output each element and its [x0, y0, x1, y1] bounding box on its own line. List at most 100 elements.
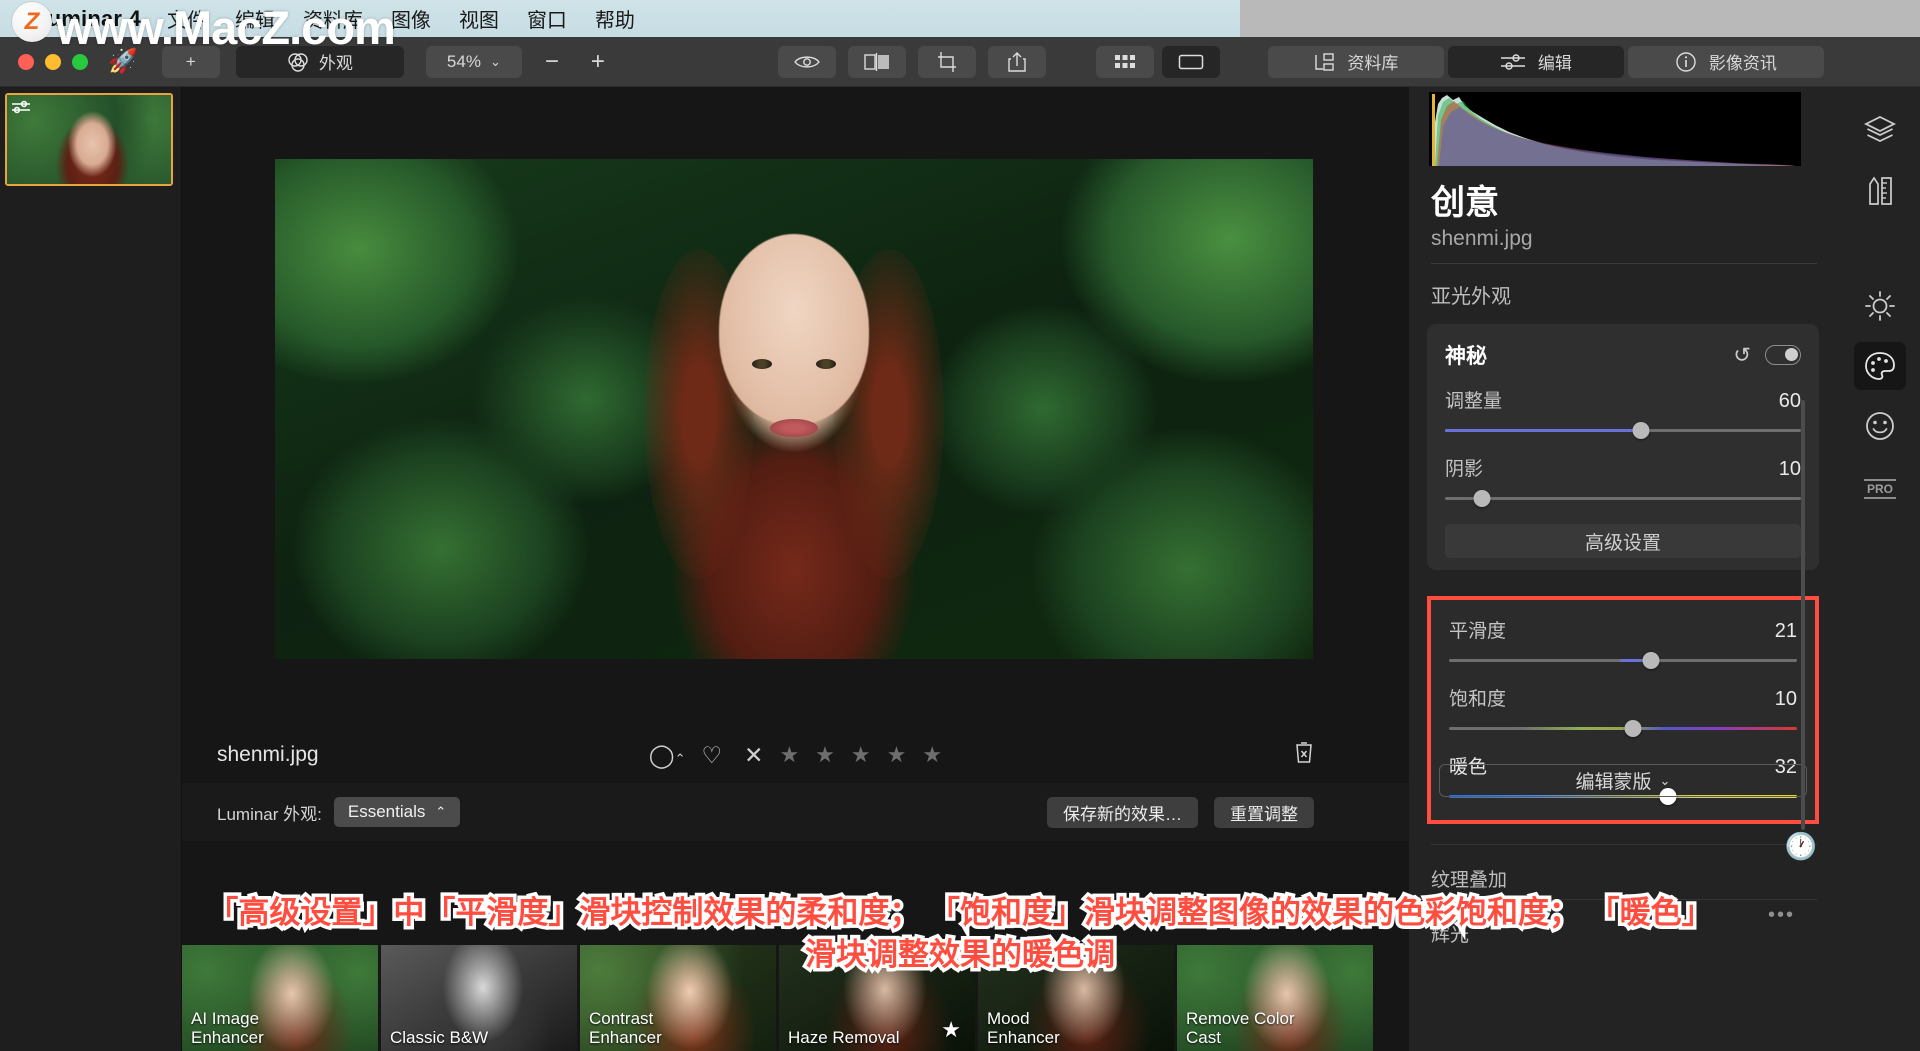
edited-badge-icon — [11, 99, 33, 115]
star-1[interactable]: ★ — [779, 742, 799, 768]
slider-knob-shadows[interactable] — [1474, 490, 1491, 507]
slider-fill — [1445, 429, 1641, 432]
effect-row-glow[interactable]: 辉光 ••• — [1431, 920, 1817, 947]
save-new-look-button[interactable]: 保存新的效果… — [1047, 797, 1198, 828]
menu-item-image[interactable]: 图像 — [391, 4, 431, 33]
slider-row-amount: 调整量 60 — [1445, 386, 1801, 438]
tools-ruler-icon[interactable] — [1854, 167, 1906, 215]
star-5[interactable]: ★ — [922, 742, 942, 768]
effect-header-actions: ↺ — [1733, 343, 1801, 368]
heart-icon[interactable]: ♡ — [702, 742, 723, 769]
photo-lips — [770, 419, 818, 437]
tab-edit[interactable]: 编辑 — [1448, 46, 1624, 78]
look-tile[interactable]: ContrastEnhancer — [580, 945, 776, 1051]
slider-knob-amount[interactable] — [1632, 422, 1649, 439]
reset-adjustments-button[interactable]: 重置调整 — [1214, 797, 1314, 828]
menu-item-view[interactable]: 视图 — [459, 4, 499, 33]
advanced-settings-button[interactable]: 高级设置 — [1445, 524, 1801, 558]
flag-circle-icon[interactable]: ◯⌃ — [649, 742, 686, 769]
reject-x-icon[interactable]: ✕ — [744, 742, 763, 769]
tab-library-label: 资料库 — [1347, 49, 1398, 74]
layers-icon[interactable] — [1854, 105, 1906, 153]
slider-knob-saturation[interactable] — [1625, 720, 1642, 737]
slider-track-amount[interactable] — [1445, 422, 1801, 438]
grid-view-button[interactable] — [1096, 46, 1154, 78]
tab-image-info-label: 影像资讯 — [1709, 49, 1777, 74]
photo-filename: shenmi.jpg — [217, 743, 319, 767]
chevron-down-icon: ⌄ — [490, 54, 501, 70]
rating-controls: ◯⌃ ♡ ✕ ★ ★ ★ ★ ★ — [649, 742, 942, 769]
look-tile[interactable]: AI ImageEnhancer — [182, 945, 378, 1051]
minimize-window-button[interactable] — [45, 54, 61, 70]
delete-image-button[interactable] — [1293, 740, 1315, 770]
menu-item-help[interactable]: 帮助 — [595, 4, 635, 33]
look-tile-label: Classic B&W — [390, 1028, 488, 1047]
slider-track-shadows[interactable] — [1445, 490, 1801, 506]
menu-item-library[interactable]: 资料库 — [303, 4, 363, 33]
look-tile[interactable]: MoodEnhancer — [978, 945, 1174, 1051]
slider-bar — [1445, 497, 1801, 500]
star-2[interactable]: ★ — [815, 742, 835, 768]
filmstrip-thumbnail-selected[interactable] — [5, 93, 173, 186]
star-3[interactable]: ★ — [851, 742, 871, 768]
star-4[interactable]: ★ — [887, 742, 907, 768]
menu-item-edit[interactable]: 编辑 — [235, 4, 275, 33]
panel-scrollbar[interactable] — [1801, 400, 1805, 830]
effect-card-header: 神秘 ↺ — [1445, 340, 1801, 370]
looks-bar: Luminar 外观: Essentials ⌃ 保存新的效果… 重置调整 — [182, 783, 1409, 841]
tab-image-info[interactable]: 影像资讯 — [1628, 46, 1824, 78]
photo-face — [719, 234, 869, 424]
chevron-up-icon: ⌃ — [435, 804, 446, 820]
looks-collection-dropdown[interactable]: Essentials ⌃ — [334, 797, 460, 827]
edit-mask-button[interactable]: 编辑蒙版 ⌄ — [1439, 764, 1807, 797]
portrait-face-icon[interactable] — [1854, 402, 1906, 450]
zoom-out-button[interactable]: − — [532, 46, 572, 78]
looks-collection-value: Essentials — [348, 802, 425, 822]
single-view-button[interactable] — [1162, 46, 1220, 78]
looks-button[interactable]: 外观 — [236, 46, 404, 78]
look-tile[interactable]: Remove ColorCast — [1177, 945, 1373, 1051]
look-tile-label: Haze Removal — [788, 1028, 900, 1047]
pro-icon[interactable]: PRO — [1854, 465, 1906, 513]
launchpad-rocket-icon[interactable]: 🚀 — [108, 50, 138, 74]
creative-palette-icon[interactable] — [1854, 342, 1906, 390]
tab-library[interactable]: 资料库 — [1268, 46, 1444, 78]
menu-item-file[interactable]: 文件 — [167, 4, 207, 33]
preview-toggle-button[interactable] — [778, 46, 836, 78]
effect-row-texture-overlay[interactable]: 纹理叠加 🕐 — [1431, 865, 1817, 892]
add-image-button[interactable]: + — [162, 46, 220, 78]
share-button[interactable] — [988, 46, 1046, 78]
close-window-button[interactable] — [18, 54, 34, 70]
library-icon — [1313, 53, 1335, 71]
chevron-down-icon: ⌄ — [1660, 773, 1671, 789]
effect-row-label: 辉光 — [1431, 925, 1469, 946]
compare-view-button[interactable] — [848, 46, 906, 78]
window-controls[interactable] — [18, 54, 88, 70]
effect-enable-toggle[interactable] — [1765, 345, 1801, 365]
main-photo[interactable] — [275, 159, 1313, 659]
svg-text:PRO: PRO — [1867, 482, 1893, 496]
slider-knob-smoothness[interactable] — [1642, 652, 1659, 669]
photo-eye-left — [752, 359, 772, 369]
essentials-sun-icon[interactable] — [1854, 282, 1906, 330]
effect-row-label: 纹理叠加 — [1431, 870, 1507, 891]
zoom-in-button[interactable]: + — [578, 46, 618, 78]
slider-row-smoothness: 平滑度 21 — [1449, 616, 1797, 668]
zoom-window-button[interactable] — [72, 54, 88, 70]
look-tile[interactable]: Classic B&W — [381, 945, 577, 1051]
venn-circles-icon — [287, 52, 309, 72]
slider-track-smoothness[interactable] — [1449, 652, 1797, 668]
looks-label: 外观 — [319, 49, 353, 74]
look-tile-favorite-icon[interactable]: ★ — [941, 1017, 961, 1043]
clock-icon[interactable]: 🕐 — [1785, 831, 1817, 862]
menu-item-window[interactable]: 窗口 — [527, 4, 567, 33]
tab-edit-label: 编辑 — [1538, 49, 1572, 74]
zoom-level-value: 54% — [447, 52, 481, 72]
more-dots-icon[interactable]: ••• — [1768, 904, 1795, 927]
look-tile[interactable]: Haze Removal ★ — [779, 945, 975, 1051]
crop-button[interactable] — [918, 46, 976, 78]
slider-track-saturation[interactable] — [1449, 720, 1797, 736]
undo-icon[interactable]: ↺ — [1733, 343, 1751, 368]
zoom-level-selector[interactable]: 54% ⌄ — [426, 46, 522, 78]
slider-value-amount: 60 — [1779, 390, 1801, 413]
